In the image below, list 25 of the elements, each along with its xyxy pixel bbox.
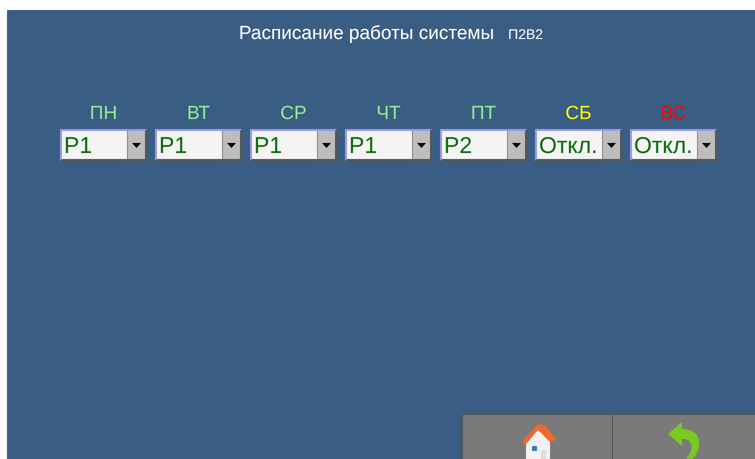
schedule-dropdown[interactable]: Р1 <box>250 129 337 161</box>
schedule-dropdown[interactable]: Откл. <box>630 129 717 161</box>
caret-icon <box>607 142 616 148</box>
day-label: СР <box>280 103 307 125</box>
day-label: ПН <box>90 103 118 125</box>
day-label: ВС <box>660 103 686 125</box>
screen-title: Расписание работы системы <box>238 23 494 45</box>
schedule-dropdown[interactable]: Р1 <box>60 129 147 161</box>
day-label: ПТ <box>470 103 496 125</box>
day-label: СБ <box>565 103 592 125</box>
schedule-dropdown[interactable]: Р1 <box>345 129 432 161</box>
schedule-dropdown[interactable]: Р2 <box>440 129 527 161</box>
day-label: ВТ <box>186 103 210 125</box>
caret-icon <box>512 142 521 148</box>
home-button[interactable] <box>462 414 612 459</box>
caret-icon <box>322 142 331 148</box>
schedule-dropdown[interactable]: Р1 <box>155 129 242 161</box>
caret-icon <box>227 142 236 148</box>
system-code: П2В2 <box>508 26 544 42</box>
caret-icon <box>702 142 711 148</box>
schedule-dropdown[interactable]: Откл. <box>535 129 622 161</box>
caret-icon <box>132 142 141 148</box>
day-label: ЧТ <box>376 103 401 125</box>
caret-icon <box>417 142 426 148</box>
back-button[interactable] <box>612 414 755 459</box>
